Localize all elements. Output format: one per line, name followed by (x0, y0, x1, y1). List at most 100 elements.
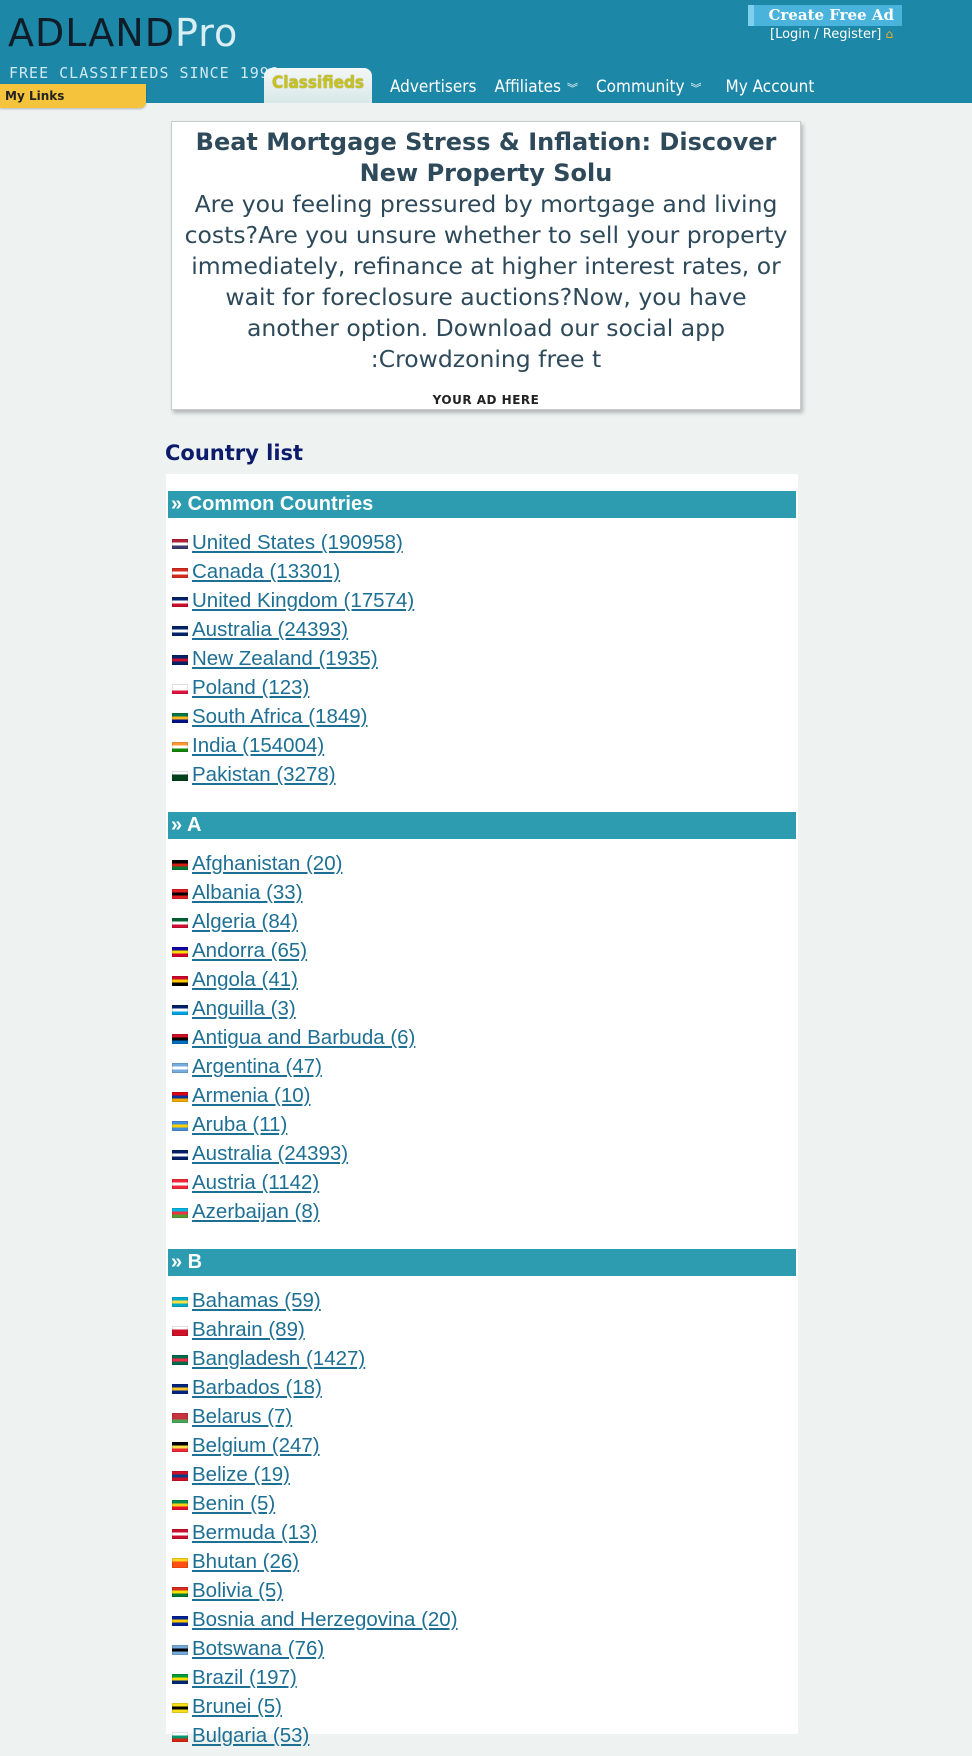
my-links-button[interactable]: My Links (0, 84, 146, 108)
flag-icon (172, 1062, 188, 1073)
login-register-link[interactable]: [Login / Register] ⌂ (770, 27, 898, 42)
country-link[interactable]: Australia (24393) (192, 615, 348, 644)
list-item: Bosnia and Herzegovina (20) (172, 1605, 798, 1634)
country-link[interactable]: Andorra (65) (192, 936, 307, 965)
country-link[interactable]: Botswana (76) (192, 1634, 324, 1663)
home-icon[interactable]: ⌂ (886, 27, 898, 41)
main-nav: Classifieds Advertisers Affiliates ︾ Comm… (264, 68, 832, 103)
country-link[interactable]: Barbados (18) (192, 1373, 322, 1402)
country-group: » B Bahamas (59) Bahrain (89) Bangladesh (1… (166, 1249, 798, 1756)
country-link[interactable]: Austria (1142) (192, 1168, 319, 1197)
country-link[interactable]: Algeria (84) (192, 907, 298, 936)
flag-icon (172, 1207, 188, 1218)
tab-community[interactable]: Community ︾ (596, 73, 702, 103)
tab-affiliates[interactable]: Affiliates ︾ (495, 73, 579, 103)
country-link[interactable]: Brazil (197) (192, 1663, 297, 1692)
country-link[interactable]: Argentina (47) (192, 1052, 322, 1081)
country-list-panel: » Common Countries United States (190958)… (166, 474, 798, 1747)
country-link[interactable]: Armenia (10) (192, 1081, 311, 1110)
country-link[interactable]: Belize (19) (192, 1460, 290, 1489)
list-item: Andorra (65) (172, 936, 798, 965)
country-link[interactable]: United States (190958) (192, 528, 403, 557)
country-link[interactable]: New Zealand (1935) (192, 644, 378, 673)
list-item: United Kingdom (17574) (172, 586, 798, 615)
flag-icon (172, 1673, 188, 1684)
country-link[interactable]: South Africa (1849) (192, 702, 368, 731)
country-link[interactable]: Belgium (247) (192, 1431, 320, 1460)
country-link[interactable]: Australia (24393) (192, 1139, 348, 1168)
country-link[interactable]: Angola (41) (192, 965, 298, 994)
flag-icon (172, 596, 188, 607)
tab-classifieds[interactable]: Classifieds (264, 68, 372, 103)
country-link[interactable]: India (154004) (192, 731, 324, 760)
country-link[interactable]: Albania (33) (192, 878, 303, 907)
flag-icon (172, 683, 188, 694)
country-items: Afghanistan (20) Albania (33) Algeria (84)… (166, 839, 798, 1232)
country-link[interactable]: Pakistan (3278) (192, 760, 336, 789)
country-link[interactable]: United Kingdom (17574) (192, 586, 414, 615)
list-item: Bolivia (5) (172, 1576, 798, 1605)
country-link[interactable]: Aruba (11) (192, 1110, 287, 1139)
country-link[interactable]: Canada (13301) (192, 557, 340, 586)
group-header: » A (168, 812, 796, 839)
flag-icon (172, 917, 188, 928)
tab-advertisers[interactable]: Advertisers (390, 73, 477, 103)
flag-icon (172, 1149, 188, 1160)
tab-label: Community (596, 77, 685, 97)
country-items: Bahamas (59) Bahrain (89) Bangladesh (1427… (166, 1276, 798, 1756)
country-link[interactable]: Afghanistan (20) (192, 849, 342, 878)
create-free-ad-button[interactable]: Create Free Ad (748, 5, 902, 26)
flag-icon (172, 1470, 188, 1481)
ad-body[interactable]: Are you feeling pressured by mortgage an… (172, 189, 800, 375)
country-link[interactable]: Bosnia and Herzegovina (20) (192, 1605, 458, 1634)
country-link[interactable]: Bhutan (26) (192, 1547, 299, 1576)
list-item: Belgium (247) (172, 1431, 798, 1460)
list-item: Brazil (197) (172, 1663, 798, 1692)
country-link[interactable]: Bangladesh (1427) (192, 1344, 365, 1373)
login-register-text[interactable]: [Login / Register] (770, 27, 881, 42)
list-item: Albania (33) (172, 878, 798, 907)
flag-icon (172, 1499, 188, 1510)
list-item: United States (190958) (172, 528, 798, 557)
flag-icon (172, 1120, 188, 1131)
flag-icon (172, 1091, 188, 1102)
flag-icon (172, 888, 188, 899)
flag-icon (172, 1702, 188, 1713)
country-link[interactable]: Brunei (5) (192, 1692, 282, 1721)
country-link[interactable]: Belarus (7) (192, 1402, 292, 1431)
flag-icon (172, 1033, 188, 1044)
flag-icon (172, 1354, 188, 1365)
country-group: » A Afghanistan (20) Albania (33) Algeria (… (166, 812, 798, 1232)
country-link[interactable]: Azerbaijan (8) (192, 1197, 320, 1226)
tab-label: Affiliates (494, 77, 562, 97)
list-item: Bhutan (26) (172, 1547, 798, 1576)
list-item: Poland (123) (172, 673, 798, 702)
ad-title[interactable]: Beat Mortgage Stress & Inflation: Discov… (172, 127, 800, 189)
site-logo[interactable]: ADLANDPro (8, 14, 238, 52)
country-link[interactable]: Bahamas (59) (192, 1286, 321, 1315)
country-link[interactable]: Anguilla (3) (192, 994, 296, 1023)
your-ad-here-link[interactable]: YOUR AD HERE (172, 393, 800, 407)
list-item: Bulgaria (53) (172, 1721, 798, 1750)
flag-icon (172, 1557, 188, 1568)
country-link[interactable]: Bolivia (5) (192, 1576, 283, 1605)
flag-icon (172, 946, 188, 957)
flag-icon (172, 1296, 188, 1307)
country-link[interactable]: Bahrain (89) (192, 1315, 305, 1344)
flag-icon (172, 1441, 188, 1452)
country-link[interactable]: Antigua and Barbuda (6) (192, 1023, 415, 1052)
chevron-down-icon: ︾ (567, 82, 578, 95)
country-link[interactable]: Bermuda (13) (192, 1518, 317, 1547)
flag-icon (172, 770, 188, 781)
country-link[interactable]: Poland (123) (192, 673, 309, 702)
flag-icon (172, 1615, 188, 1626)
ad-banner[interactable]: Beat Mortgage Stress & Inflation: Discov… (171, 121, 801, 410)
country-link[interactable]: Bulgaria (53) (192, 1721, 309, 1750)
list-item: Antigua and Barbuda (6) (172, 1023, 798, 1052)
tagline: FREE CLASSIFIEDS SINCE 1998 (9, 64, 280, 82)
logo-text-dark: ADLAND (8, 11, 175, 55)
flag-icon (172, 1586, 188, 1597)
tab-my-account[interactable]: My Account (726, 73, 815, 103)
flag-icon (172, 654, 188, 665)
country-link[interactable]: Benin (5) (192, 1489, 275, 1518)
